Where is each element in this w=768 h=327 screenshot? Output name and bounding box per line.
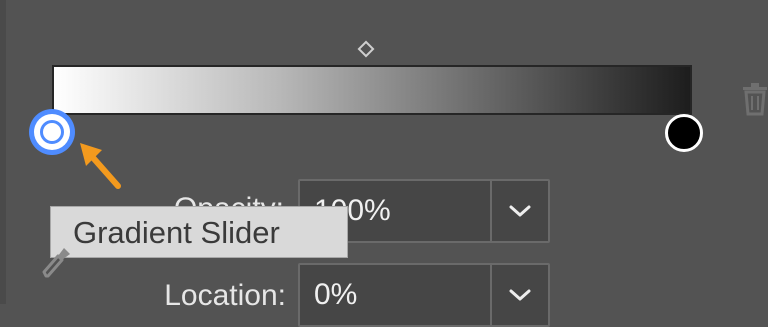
gradient-stop-start-swatch bbox=[40, 120, 64, 144]
callout-arrow-icon bbox=[80, 143, 121, 189]
panel-left-edge bbox=[0, 0, 6, 304]
trash-icon[interactable] bbox=[738, 80, 768, 116]
gradient-slider-bar[interactable] bbox=[52, 65, 692, 115]
chevron-down-icon bbox=[509, 205, 531, 217]
location-dropdown-button[interactable] bbox=[492, 265, 548, 325]
gradient-stop-start[interactable] bbox=[29, 109, 75, 155]
location-label: Location: bbox=[164, 279, 286, 312]
gradient-midpoint-diamond-icon[interactable] bbox=[357, 40, 375, 58]
chevron-down-icon bbox=[509, 289, 531, 301]
location-value[interactable]: 0% bbox=[314, 265, 357, 325]
location-field[interactable]: 0% bbox=[298, 263, 550, 327]
opacity-dropdown-button[interactable] bbox=[492, 181, 548, 241]
gradient-stop-end[interactable] bbox=[665, 114, 703, 152]
tooltip-gradient-slider: Gradient Slider bbox=[50, 206, 348, 258]
eyedropper-icon[interactable] bbox=[40, 244, 72, 280]
